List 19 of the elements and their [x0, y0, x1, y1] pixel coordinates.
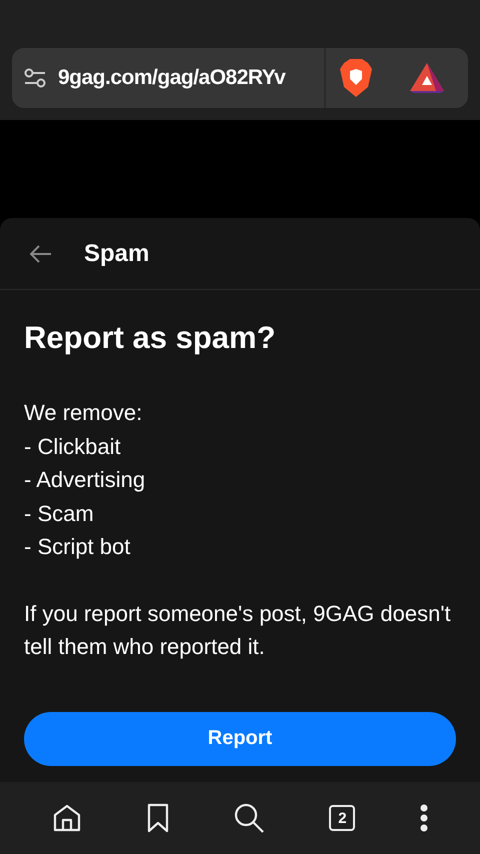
privacy-note: If you report someone's post, 9GAG doesn't tell them who reported it. [24, 600, 452, 661]
site-settings-icon[interactable] [24, 68, 46, 88]
sheet-title: Spam [84, 240, 150, 268]
report-button[interactable]: Report [24, 712, 456, 766]
triangle-icon[interactable] [410, 63, 444, 93]
reason-item: - Clickbait [24, 432, 122, 460]
bookmark-icon[interactable] [146, 803, 169, 833]
home-icon[interactable] [52, 803, 82, 833]
reason-item: - Script bot [24, 533, 132, 561]
address-bar[interactable]: 9gag.com/gag/aO82RYv [12, 48, 468, 108]
url-text: 9gag.com/gag/aO82RYv [58, 66, 286, 90]
heading: Report as spam? [24, 320, 277, 356]
back-arrow-icon[interactable] [30, 244, 52, 262]
search-icon[interactable] [232, 802, 265, 834]
intro-text: We remove: [24, 399, 144, 427]
reason-item: - Scam [24, 500, 95, 528]
tab-count[interactable]: 2 [329, 805, 356, 831]
more-icon[interactable] [420, 804, 428, 832]
reason-item: - Advertising [24, 466, 146, 494]
